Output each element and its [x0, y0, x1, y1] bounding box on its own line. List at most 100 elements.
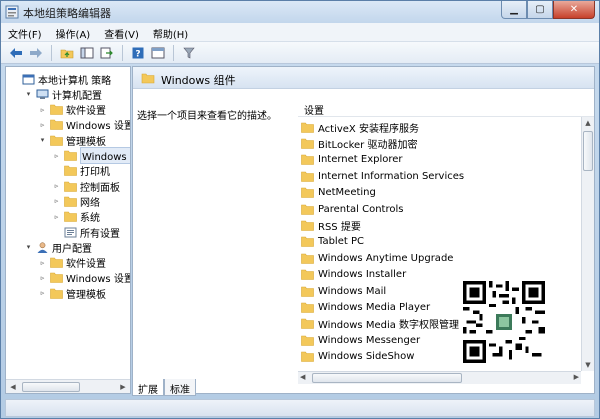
- menu-file[interactable]: 文件(F): [1, 23, 49, 41]
- list-item[interactable]: NetMeeting: [301, 185, 376, 201]
- minimize-icon: ▁: [510, 4, 518, 15]
- tree-item-label: 软件设置: [66, 106, 106, 118]
- tree-item[interactable]: ▾ 管理模板: [38, 132, 106, 148]
- list-item[interactable]: BitLocker 驱动器加密: [301, 135, 417, 151]
- expand-icon[interactable]: ▹: [52, 193, 61, 209]
- expand-icon[interactable]: ▹: [38, 117, 47, 133]
- filter-button[interactable]: [180, 44, 198, 62]
- list-item[interactable]: Internet Explorer: [301, 152, 403, 168]
- details-title: Windows 组件: [161, 74, 236, 87]
- list-item-label: Windows Anytime Upgrade: [318, 252, 454, 264]
- up-folder-button[interactable]: [58, 44, 76, 62]
- tree-item[interactable]: ▹ 网络: [52, 193, 100, 209]
- collapse-icon[interactable]: ▾: [24, 86, 33, 102]
- tree-item[interactable]: ▹ 管理模板: [38, 285, 106, 301]
- list-item[interactable]: Parental Controls: [301, 201, 403, 217]
- expand-icon[interactable]: ▹: [38, 270, 47, 286]
- maximize-button[interactable]: ▢: [527, 1, 553, 19]
- list-item-label: Windows Media Player: [318, 301, 431, 313]
- computer-policy-icon: [22, 74, 35, 84]
- tree-item[interactable]: ▾ 计算机配置: [24, 86, 102, 102]
- scroll-right-icon[interactable]: ▶: [574, 373, 579, 381]
- tree-item[interactable]: ▹ 系统: [52, 209, 100, 225]
- list-item[interactable]: Windows Mail: [301, 283, 386, 299]
- collapse-icon[interactable]: ▾: [38, 132, 47, 148]
- list-item[interactable]: Windows SideShow: [301, 349, 414, 365]
- tree-item-label: 打印机: [80, 167, 110, 179]
- tree-item-label: 控制面板: [80, 182, 120, 194]
- collapse-icon[interactable]: ▾: [24, 239, 33, 255]
- settings-column-header[interactable]: 设置: [298, 99, 594, 117]
- folder-icon: [301, 286, 314, 297]
- tree-item-label: Windows 组件: [80, 147, 130, 164]
- scroll-thumb[interactable]: [22, 381, 80, 392]
- list-item[interactable]: Windows Media Player: [301, 299, 430, 315]
- folder-icon: [50, 288, 63, 299]
- scroll-up-icon[interactable]: ▲: [582, 119, 594, 127]
- minimize-button[interactable]: ▁: [501, 1, 527, 19]
- export-list-button[interactable]: [98, 44, 116, 62]
- expand-icon[interactable]: ▹: [38, 255, 47, 271]
- list-item-label: Windows Mail: [318, 285, 387, 297]
- list-item[interactable]: Windows Installer: [301, 267, 406, 283]
- help-button[interactable]: ?: [129, 44, 147, 62]
- menu-action[interactable]: 操作(A): [49, 23, 98, 41]
- tree-item-label: Windows 设置: [66, 274, 131, 286]
- folder-icon: [301, 236, 314, 248]
- list-item[interactable]: Internet Information Services: [301, 168, 464, 184]
- tree-item[interactable]: ▹ 软件设置: [38, 102, 106, 118]
- tree-item[interactable]: ▹ Windows 设置: [38, 270, 131, 286]
- filter-icon: [183, 47, 195, 58]
- list-item-label: Internet Explorer: [318, 154, 403, 166]
- tree-item[interactable]: 打印机: [52, 163, 110, 179]
- console-tree: 本地计算机 策略 ▾ 计算机配置 ▹ 软件设置 ▹ Windows 设置 ▾ 管理模板 ▹ Wind…: [5, 66, 131, 394]
- list-item[interactable]: Windows Anytime Upgrade: [301, 250, 453, 266]
- list-item[interactable]: Tablet PC: [301, 234, 364, 250]
- window-controls: ▁ ▢ ✕: [501, 1, 595, 19]
- menu-view[interactable]: 查看(V): [97, 23, 146, 41]
- tree-item[interactable]: 本地计算机 策略: [10, 71, 111, 87]
- scroll-right-icon[interactable]: ▶: [116, 383, 130, 391]
- folder-icon: [64, 165, 77, 177]
- scroll-left-icon[interactable]: ◀: [6, 383, 20, 391]
- list-vertical-scrollbar[interactable]: ▲ ▼: [581, 117, 594, 371]
- folder-icon: [64, 196, 77, 207]
- scroll-thumb[interactable]: [312, 373, 462, 383]
- expand-icon[interactable]: ▹: [38, 285, 47, 301]
- tab-extended[interactable]: 扩展: [132, 379, 164, 396]
- title-bar[interactable]: 本地组策略编辑器 ▁ ▢ ✕: [1, 1, 599, 23]
- expand-icon[interactable]: ▹: [52, 209, 61, 225]
- list-item[interactable]: Windows Messenger: [301, 332, 420, 348]
- expand-icon[interactable]: ▹: [38, 102, 47, 118]
- scroll-left-icon[interactable]: ◀: [300, 373, 305, 381]
- list-horizontal-scrollbar[interactable]: ◀ ▶: [298, 371, 581, 384]
- list-item[interactable]: ActiveX 安装程序服务: [301, 119, 419, 135]
- list-item[interactable]: RSS 提要: [301, 217, 361, 233]
- folder-icon: [141, 73, 155, 84]
- back-button[interactable]: [7, 44, 25, 62]
- expand-icon[interactable]: ▹: [52, 148, 61, 164]
- tree-item[interactable]: ▹ 软件设置: [38, 255, 106, 271]
- tree-item[interactable]: ▹ 控制面板: [52, 178, 120, 194]
- tree-item[interactable]: 所有设置: [52, 224, 120, 240]
- list-item-label: RSS 提要: [318, 221, 361, 233]
- show-hide-tree-button[interactable]: [78, 44, 96, 62]
- scroll-down-icon[interactable]: ▼: [582, 361, 594, 369]
- forward-button[interactable]: [27, 44, 45, 62]
- tree-item[interactable]: ▾ 用户配置: [24, 239, 92, 255]
- item-description: 选择一个项目来查看它的描述。: [137, 111, 277, 122]
- scroll-thumb[interactable]: [583, 131, 593, 171]
- close-button[interactable]: ✕: [553, 1, 595, 19]
- tab-standard[interactable]: 标准: [164, 379, 196, 396]
- list-item-label: Internet Information Services: [318, 170, 465, 182]
- properties-button[interactable]: [149, 44, 167, 62]
- expand-icon[interactable]: ▹: [52, 178, 61, 194]
- tree-horizontal-scrollbar[interactable]: ◀ ▶: [6, 379, 130, 393]
- list-item[interactable]: Windows Media 数字权限管理: [301, 316, 459, 332]
- menu-help[interactable]: 帮助(H): [146, 23, 195, 41]
- tree-item[interactable]: ▹ Windows 组件: [52, 147, 130, 164]
- folder-icon: [301, 318, 314, 330]
- tree-item[interactable]: ▹ Windows 设置: [38, 117, 130, 133]
- svg-text:?: ?: [135, 49, 140, 59]
- tree-item-label: 软件设置: [66, 259, 106, 271]
